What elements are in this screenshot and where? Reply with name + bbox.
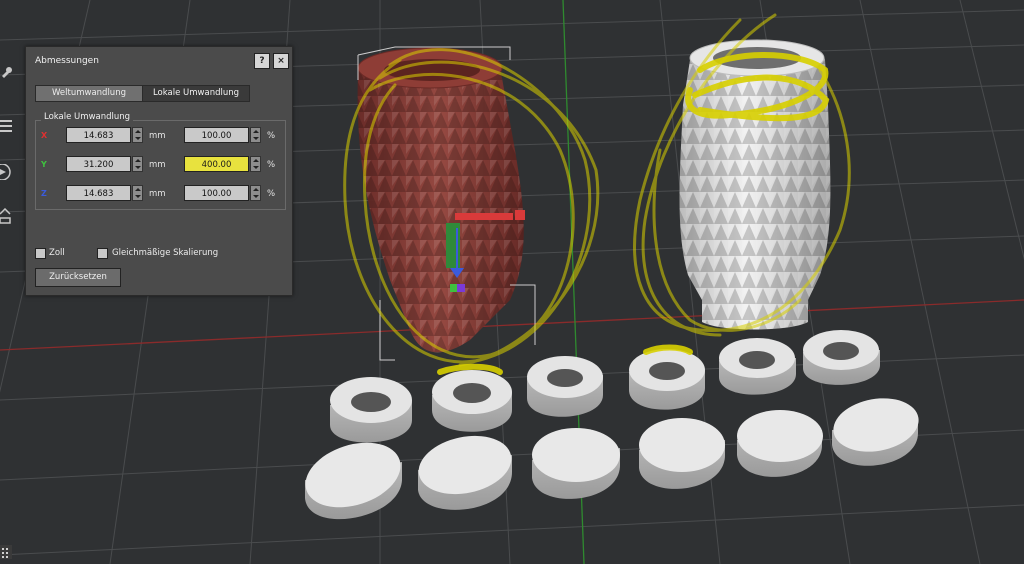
percent-z-unit: %: [267, 189, 276, 199]
help-button[interactable]: ?: [254, 53, 270, 69]
size-y-input[interactable]: 31.200: [66, 156, 131, 172]
reset-button[interactable]: Zurücksetzen: [35, 268, 121, 287]
ring-part: [719, 338, 796, 395]
axis-label-z: Z: [41, 189, 47, 198]
group-title: Lokale Umwandlung: [41, 112, 134, 122]
ring-part: [527, 356, 603, 417]
ring-part: [330, 377, 412, 443]
tab-world-transform[interactable]: Weltumwandlung: [35, 85, 143, 102]
close-button[interactable]: ×: [273, 53, 289, 69]
axis-label-x: X: [41, 131, 48, 140]
export-icon[interactable]: [0, 208, 12, 224]
size-x-stepper[interactable]: [132, 127, 143, 143]
size-x-input[interactable]: 14.683: [66, 127, 131, 143]
disc-part: [832, 398, 919, 466]
percent-x-unit: %: [267, 131, 276, 141]
uniform-scaling-label: Gleichmäßige Skalierung: [112, 248, 219, 258]
axis-label-y: Y: [41, 160, 47, 169]
panel-title: Abmessungen: [35, 56, 99, 66]
percent-y-input[interactable]: 400.00: [184, 156, 249, 172]
wrench-icon[interactable]: [0, 66, 12, 82]
uniform-scaling-checkbox[interactable]: [97, 248, 108, 259]
ring-part: [803, 330, 880, 385]
grid-menu-icon[interactable]: [0, 545, 12, 559]
disc-part: [532, 428, 620, 499]
size-z-stepper[interactable]: [132, 185, 143, 201]
percent-x-input[interactable]: 100.00: [184, 127, 249, 143]
list-icon[interactable]: [0, 118, 12, 134]
percent-z-stepper[interactable]: [250, 185, 261, 201]
percent-x-stepper[interactable]: [250, 127, 261, 143]
selected-vase-model[interactable]: [357, 47, 524, 353]
play-circle-icon[interactable]: [0, 164, 12, 180]
inch-checkbox-label: Zoll: [49, 248, 65, 258]
percent-y-stepper[interactable]: [250, 156, 261, 172]
tab-local-transform[interactable]: Lokale Umwandlung: [142, 85, 250, 102]
disc-part: [737, 410, 823, 477]
inch-checkbox[interactable]: [35, 248, 46, 259]
disc-part: [418, 435, 512, 510]
size-z-input[interactable]: 14.683: [66, 185, 131, 201]
size-x-unit: mm: [149, 131, 166, 141]
percent-z-input[interactable]: 100.00: [184, 185, 249, 201]
size-y-stepper[interactable]: [132, 156, 143, 172]
disc-part: [305, 442, 402, 520]
disc-part: [639, 418, 725, 489]
percent-y-unit: %: [267, 160, 276, 170]
tab-bar: Weltumwandlung Lokale Umwandlung: [35, 85, 250, 102]
ring-part: [432, 370, 512, 432]
dimensions-panel: Abmessungen ? × Weltumwandlung Lokale Um…: [25, 46, 293, 296]
size-z-unit: mm: [149, 189, 166, 199]
ring-part: [629, 349, 705, 410]
size-y-unit: mm: [149, 160, 166, 170]
